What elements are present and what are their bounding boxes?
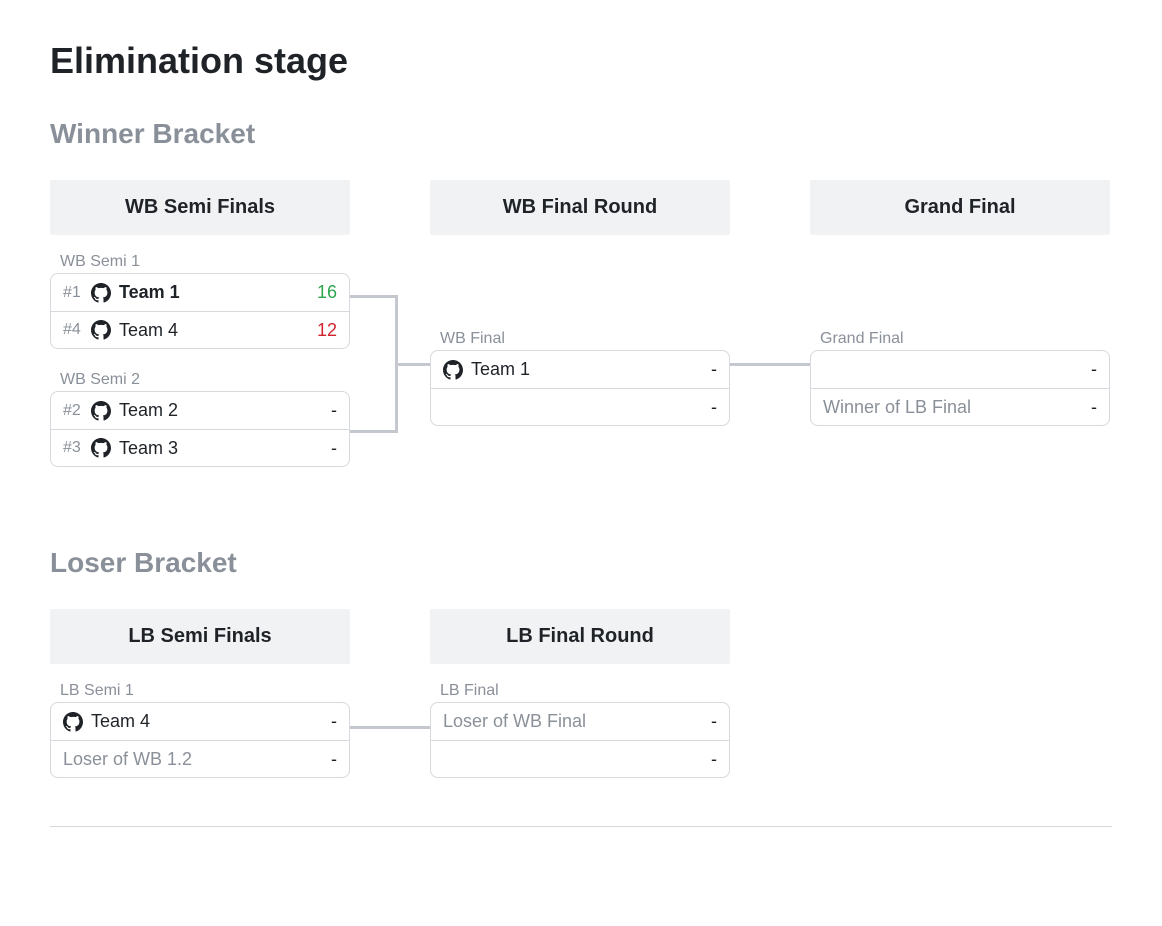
match-wb-final[interactable]: WB Final Team 1 - - bbox=[430, 330, 730, 426]
team-name: Winner of LB Final bbox=[823, 397, 1073, 418]
team-name: Loser of WB Final bbox=[443, 711, 693, 732]
match-row: Team 4 - bbox=[51, 703, 349, 740]
match-title: Grand Final bbox=[810, 330, 1110, 350]
github-icon bbox=[91, 320, 111, 340]
score: - bbox=[313, 400, 337, 421]
match-title: WB Final bbox=[430, 330, 730, 350]
seed: #3 bbox=[63, 439, 91, 457]
score: - bbox=[313, 711, 337, 732]
score: 16 bbox=[313, 282, 337, 303]
team-name: Team 4 bbox=[91, 711, 313, 732]
match-row: #3 Team 3 - bbox=[51, 429, 349, 466]
team-name: Team 1 bbox=[471, 359, 693, 380]
score: - bbox=[693, 711, 717, 732]
match-grand-final[interactable]: Grand Final - Winner of LB Final - bbox=[810, 330, 1110, 426]
match-title: LB Final bbox=[430, 682, 730, 702]
team-name: Loser of WB 1.2 bbox=[63, 749, 313, 770]
loser-bracket: Loser Bracket LB Semi Finals LB Semi 1 T… bbox=[50, 547, 1112, 778]
winner-bracket: Winner Bracket WB Semi Finals WB Semi 1 … bbox=[50, 118, 1112, 503]
match-lb-final[interactable]: LB Final Loser of WB Final - - bbox=[430, 682, 730, 778]
round-header: Grand Final bbox=[810, 180, 1110, 235]
score: - bbox=[693, 397, 717, 418]
match-wb-semi-1[interactable]: WB Semi 1 #1 Team 1 16 #4 Team 4 12 bbox=[50, 253, 350, 349]
connector bbox=[730, 363, 810, 366]
match-row: - bbox=[431, 740, 729, 777]
round-header: LB Final Round bbox=[430, 609, 730, 664]
match-row: Loser of WB Final - bbox=[431, 703, 729, 740]
divider bbox=[50, 826, 1112, 827]
loser-bracket-heading: Loser Bracket bbox=[50, 547, 1112, 579]
team-name: Team 2 bbox=[119, 400, 313, 421]
github-icon bbox=[63, 712, 83, 732]
match-row: #2 Team 2 - bbox=[51, 392, 349, 429]
seed: #2 bbox=[63, 402, 91, 420]
score: - bbox=[693, 749, 717, 770]
score: - bbox=[1073, 359, 1097, 380]
winner-bracket-heading: Winner Bracket bbox=[50, 118, 1112, 150]
github-icon bbox=[91, 401, 111, 421]
connector bbox=[350, 726, 430, 729]
round-header: WB Semi Finals bbox=[50, 180, 350, 235]
match-row: Team 1 - bbox=[431, 351, 729, 388]
team-name: Team 3 bbox=[119, 438, 313, 459]
github-icon bbox=[91, 283, 111, 303]
round-header: LB Semi Finals bbox=[50, 609, 350, 664]
round-header: WB Final Round bbox=[430, 180, 730, 235]
match-title: WB Semi 2 bbox=[50, 371, 350, 391]
match-row: #1 Team 1 16 bbox=[51, 274, 349, 311]
score: - bbox=[693, 359, 717, 380]
match-row: - bbox=[431, 388, 729, 425]
github-icon bbox=[443, 360, 463, 380]
match-title: WB Semi 1 bbox=[50, 253, 350, 273]
page-title: Elimination stage bbox=[50, 40, 1112, 82]
match-title: LB Semi 1 bbox=[50, 682, 350, 702]
score: - bbox=[1073, 397, 1097, 418]
match-row: #4 Team 4 12 bbox=[51, 311, 349, 348]
match-lb-semi-1[interactable]: LB Semi 1 Team 4 - Loser of WB 1.2 - bbox=[50, 682, 350, 778]
score: - bbox=[313, 749, 337, 770]
team-name: Team 1 bbox=[119, 282, 313, 303]
github-icon bbox=[91, 438, 111, 458]
match-row: Loser of WB 1.2 - bbox=[51, 740, 349, 777]
connector bbox=[395, 363, 430, 366]
match-row: Winner of LB Final - bbox=[811, 388, 1109, 425]
connector bbox=[350, 295, 395, 298]
seed: #1 bbox=[63, 284, 91, 302]
match-row: - bbox=[811, 351, 1109, 388]
score: 12 bbox=[313, 320, 337, 341]
connector bbox=[350, 430, 395, 433]
seed: #4 bbox=[63, 321, 91, 339]
match-wb-semi-2[interactable]: WB Semi 2 #2 Team 2 - #3 Team 3 - bbox=[50, 371, 350, 467]
team-name: Team 4 bbox=[119, 320, 313, 341]
score: - bbox=[313, 438, 337, 459]
